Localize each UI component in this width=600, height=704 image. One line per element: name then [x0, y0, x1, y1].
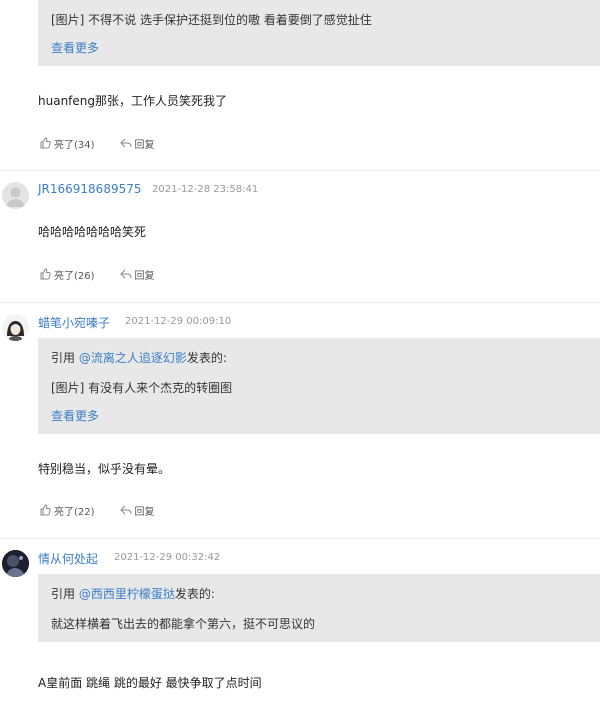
- quote-prefix: 引用: [51, 351, 79, 365]
- comment-actions: 亮了(26) 回复: [38, 266, 155, 282]
- quote-block: [图片] 不得不说 选手保护还挺到位的嗷 看着要倒了感觉扯住 查看更多: [38, 0, 600, 66]
- comment-body: 哈哈哈哈哈哈哈笑死: [38, 225, 147, 239]
- avatar[interactable]: [2, 550, 29, 577]
- user-silhouette-icon: [6, 187, 25, 207]
- quote-prefix: 引用: [51, 587, 79, 601]
- quoted-user-link[interactable]: @流离之人追逐幻影: [79, 351, 187, 365]
- divider: [0, 538, 600, 539]
- like-button[interactable]: 亮了(26): [38, 267, 95, 282]
- divider: [0, 170, 600, 171]
- comment-body: huanfeng那张，工作人员笑死我了: [38, 94, 228, 108]
- comment-body: A皇前面 跳绳 跳的最好 最快争取了点时间: [38, 676, 262, 690]
- see-more-link[interactable]: 查看更多: [51, 407, 99, 424]
- dark-photo-avatar-icon: [2, 550, 29, 577]
- thumb-up-icon: [40, 268, 51, 280]
- post-time: 2021-12-28 23:58:41: [152, 184, 259, 195]
- reply-button[interactable]: 回复: [119, 136, 155, 151]
- like-count: 亮了(26): [54, 270, 95, 282]
- reply-button[interactable]: 回复: [119, 503, 155, 518]
- quote-text: [图片] 不得不说 选手保护还挺到位的嗷 看着要倒了感觉扯住: [51, 13, 372, 27]
- post-time: 2021-12-29 00:32:42: [114, 552, 221, 563]
- quote-block: 引用 @流离之人追逐幻影发表的: [图片] 有没有人来个杰克的转圈图 查看更多: [38, 338, 600, 434]
- avatar[interactable]: [2, 314, 29, 341]
- divider: [0, 302, 600, 303]
- quoted-user-link[interactable]: @西西里柠檬蛋挞: [79, 587, 175, 601]
- reply-button[interactable]: 回复: [119, 267, 155, 282]
- comment-thread: [图片] 不得不说 选手保护还挺到位的嗷 看着要倒了感觉扯住 查看更多 huan…: [0, 0, 600, 704]
- quote-suffix: 发表的:: [186, 351, 227, 365]
- comment-body: 特别稳当，似乎没有晕。: [38, 462, 171, 476]
- author-name[interactable]: JR166918689575: [38, 182, 142, 196]
- see-more-link[interactable]: 查看更多: [51, 39, 99, 56]
- reply-arrow-icon: [119, 505, 132, 515]
- quote-header: 引用 @流离之人追逐幻影发表的:: [51, 349, 227, 366]
- comment-actions: 亮了(22) 回复: [38, 502, 155, 518]
- post-time: 2021-12-29 00:09:10: [125, 316, 232, 327]
- quote-text: [图片] 有没有人来个杰克的转圈图: [51, 381, 233, 395]
- author-name[interactable]: 蜡笔小宛嗪子: [38, 314, 110, 331]
- reply-label: 回复: [134, 270, 155, 282]
- author-name[interactable]: 情从何处起: [38, 550, 98, 567]
- quote-block: 引用 @西西里柠檬蛋挞发表的: 就这样横着飞出去的都能拿个第六，挺不可思议的: [38, 574, 600, 642]
- thumb-up-icon: [40, 137, 51, 149]
- reply-arrow-icon: [119, 138, 132, 148]
- reply-arrow-icon: [119, 269, 132, 279]
- anime-avatar-icon: [2, 314, 29, 341]
- avatar[interactable]: [2, 182, 29, 209]
- like-button[interactable]: 亮了(22): [38, 503, 95, 518]
- quote-text: 就这样横着飞出去的都能拿个第六，挺不可思议的: [51, 617, 316, 631]
- like-button[interactable]: 亮了(34): [38, 136, 95, 151]
- quote-header: 引用 @西西里柠檬蛋挞发表的:: [51, 585, 215, 602]
- comment-actions: 亮了(34) 回复: [38, 135, 155, 151]
- reply-label: 回复: [134, 506, 155, 518]
- quote-suffix: 发表的:: [174, 587, 215, 601]
- like-count: 亮了(22): [54, 506, 95, 518]
- thumb-up-icon: [40, 504, 51, 516]
- reply-label: 回复: [134, 139, 155, 151]
- like-count: 亮了(34): [54, 139, 95, 151]
